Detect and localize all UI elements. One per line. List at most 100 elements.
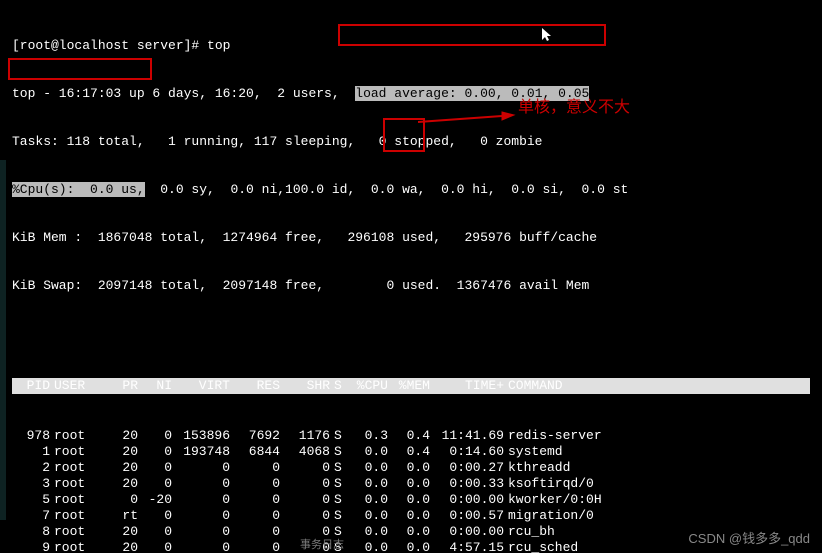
prompt-line: [root@localhost server]# top: [12, 38, 810, 54]
cell-res: 7692: [234, 428, 284, 444]
cell-res: 0: [234, 508, 284, 524]
process-table-header: PID USER PR NI VIRT RES SHR S %CPU %MEM …: [12, 378, 810, 394]
cell-ni: 0: [142, 524, 176, 540]
col-virt: VIRT: [176, 378, 234, 394]
col-time: TIME+: [434, 378, 508, 394]
cell-cmd: migration/0: [508, 508, 810, 524]
cell-user: root: [54, 476, 108, 492]
cell-res: 0: [234, 524, 284, 540]
cell-res: 6844: [234, 444, 284, 460]
table-row: 978root20015389676921176S0.30.411:41.69r…: [12, 428, 810, 444]
cell-virt: 0: [176, 508, 234, 524]
cell-virt: 0: [176, 524, 234, 540]
cell-s: S: [334, 508, 350, 524]
cell-pid: 978: [12, 428, 54, 444]
cell-cmd: kworker/0:0H: [508, 492, 810, 508]
cell-pid: 7: [12, 508, 54, 524]
cell-s: S: [334, 428, 350, 444]
cell-pid: 1: [12, 444, 54, 460]
cell-shr: 0: [284, 476, 334, 492]
cell-time: 0:00.33: [434, 476, 508, 492]
cell-cmd: redis-server: [508, 428, 810, 444]
table-row: 7rootrt0000S0.00.00:00.57migration/0: [12, 508, 810, 524]
cpu-line: %Cpu(s): 0.0 us, 0.0 sy, 0.0 ni,100.0 id…: [12, 182, 810, 198]
cell-mem: 0.0: [392, 540, 434, 553]
cell-time: 0:00.00: [434, 492, 508, 508]
cell-user: root: [54, 492, 108, 508]
cell-s: S: [334, 460, 350, 476]
cpu-us-highlight: %Cpu(s): 0.0 us,: [12, 182, 145, 197]
cell-pr: 0: [108, 492, 142, 508]
col-command: COMMAND: [508, 378, 810, 394]
cell-pr: 20: [108, 540, 142, 553]
cell-user: root: [54, 524, 108, 540]
col-user: USER: [54, 378, 108, 394]
col-s: S: [334, 378, 350, 394]
cell-virt: 0: [176, 540, 234, 553]
cell-time: 0:00.57: [434, 508, 508, 524]
cell-pr: 20: [108, 476, 142, 492]
cell-virt: 193748: [176, 444, 234, 460]
cell-virt: 153896: [176, 428, 234, 444]
cell-pr: 20: [108, 460, 142, 476]
col-res: RES: [234, 378, 284, 394]
mem-line: KiB Mem : 1867048 total, 1274964 free, 2…: [12, 230, 810, 246]
cell-pr: 20: [108, 524, 142, 540]
cell-mem: 0.4: [392, 428, 434, 444]
cell-time: 0:00.00: [434, 524, 508, 540]
cell-time: 0:14.60: [434, 444, 508, 460]
cell-cpu: 0.0: [350, 460, 392, 476]
arrow-icon: [418, 110, 518, 130]
cell-cpu: 0.0: [350, 476, 392, 492]
cell-cmd: ksoftirqd/0: [508, 476, 810, 492]
cell-shr: 4068: [284, 444, 334, 460]
table-row: 1root20019374868444068S0.00.40:14.60syst…: [12, 444, 810, 460]
cell-shr: 0: [284, 508, 334, 524]
cell-shr: 0: [284, 460, 334, 476]
cell-pr: rt: [108, 508, 142, 524]
cell-mem: 0.4: [392, 444, 434, 460]
cell-shr: 0: [284, 492, 334, 508]
cell-cpu: 0.0: [350, 444, 392, 460]
col-mem: %MEM: [392, 378, 434, 394]
cell-res: 0: [234, 540, 284, 553]
cell-user: root: [54, 460, 108, 476]
cell-shr: 1176: [284, 428, 334, 444]
col-pr: PR: [108, 378, 142, 394]
cell-pr: 20: [108, 444, 142, 460]
col-pid: PID: [12, 378, 54, 394]
cell-time: 4:57.15: [434, 540, 508, 553]
terminal[interactable]: [root@localhost server]# top top - 16:17…: [0, 0, 822, 553]
bottom-tab-fragment: 事务日志: [300, 537, 344, 553]
cursor-icon: [542, 28, 552, 42]
top-summary-line: top - 16:17:03 up 6 days, 16:20, 2 users…: [12, 86, 810, 102]
cell-cpu: 0.0: [350, 508, 392, 524]
cell-pid: 3: [12, 476, 54, 492]
cell-pid: 8: [12, 524, 54, 540]
cell-s: S: [334, 476, 350, 492]
cell-user: root: [54, 540, 108, 553]
cell-cpu: 0.0: [350, 492, 392, 508]
watermark: CSDN @钱多多_qdd: [688, 531, 810, 547]
table-row: 3root200000S0.00.00:00.33ksoftirqd/0: [12, 476, 810, 492]
cell-virt: 0: [176, 492, 234, 508]
cell-time: 11:41.69: [434, 428, 508, 444]
cell-user: root: [54, 444, 108, 460]
cell-ni: -20: [142, 492, 176, 508]
col-cpu: %CPU: [350, 378, 392, 394]
cell-pid: 9: [12, 540, 54, 553]
cell-mem: 0.0: [392, 460, 434, 476]
col-shr: SHR: [284, 378, 334, 394]
cell-pid: 2: [12, 460, 54, 476]
cell-cpu: 0.0: [350, 524, 392, 540]
col-ni: NI: [142, 378, 176, 394]
cell-ni: 0: [142, 460, 176, 476]
cell-cpu: 0.3: [350, 428, 392, 444]
cell-mem: 0.0: [392, 508, 434, 524]
cell-virt: 0: [176, 476, 234, 492]
cell-res: 0: [234, 492, 284, 508]
cell-cmd: kthreadd: [508, 460, 810, 476]
cell-ni: 0: [142, 540, 176, 553]
table-row: 2root200000S0.00.00:00.27kthreadd: [12, 460, 810, 476]
cell-res: 0: [234, 476, 284, 492]
